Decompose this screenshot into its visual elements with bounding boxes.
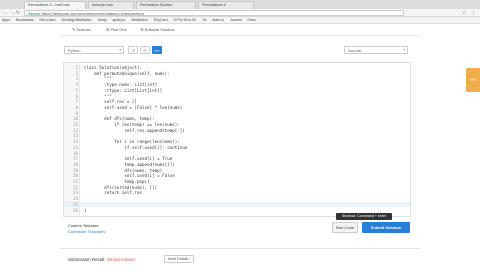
- star-icon[interactable]: ☆: [462, 9, 466, 17]
- reset-button[interactable]: ↺: [128, 46, 138, 54]
- shortcut-tooltip: Shortcut: Command + enter: [336, 213, 392, 220]
- bookmark-item[interactable]: TinyCard: [154, 18, 168, 22]
- custom-testcase-label: Custom Testcase: [68, 223, 99, 228]
- result-status: Wrong Answer: [106, 257, 136, 262]
- bookmark-item[interactable]: Working Meditation: [62, 18, 92, 22]
- reload-icon[interactable]: ↻: [16, 9, 20, 17]
- problem-nav: ✎ Discuss ⚀ Pick One ☰ Editorial Solutio…: [60, 24, 420, 36]
- code-text: }: [84, 207, 87, 213]
- line-number: 26: [72, 207, 78, 213]
- browser-tab[interactable]: Permutations II - LeetCode: [24, 1, 86, 9]
- editor-controls: Python ▾ ↺ ⟳ </> Normal ▾: [60, 46, 412, 58]
- editorial-link[interactable]: ☰ Editorial Solution: [140, 27, 175, 32]
- pick-one-link[interactable]: ⚀ Pick One: [106, 27, 127, 32]
- bookmarks-bar: Apps Bookmarks Dev Learn Working Meditat…: [0, 17, 480, 24]
- menu-icon[interactable]: ⋮: [471, 9, 476, 17]
- bookmark-item[interactable]: 5 PTs 90-in-90: [174, 18, 197, 22]
- url-input[interactable]: Secure https://leetcode.com/problems/per…: [24, 10, 404, 16]
- editor-mode-select[interactable]: Normal ▾: [344, 46, 408, 54]
- bookmark-item[interactable]: Meditation: [131, 18, 147, 22]
- bookmark-item[interactable]: Dev Learn: [39, 18, 55, 22]
- bookmark-item[interactable]: Apps: [2, 18, 10, 22]
- url-text: https://leetcode.com/problems/permutatio…: [41, 11, 145, 16]
- bookmark-item[interactable]: YA: [202, 18, 206, 22]
- bookmark-item[interactable]: Journal: [230, 18, 241, 22]
- custom-testcase[interactable]: Custom Testcase Contribute Testcases: [68, 223, 105, 234]
- result-text: Submission Result: Wrong Answer: [68, 257, 135, 262]
- chevron-down-icon: ▾: [403, 48, 405, 52]
- feedback-tab[interactable]: Fb: [466, 68, 480, 92]
- browser-tab[interactable]: Permutation Solution: [136, 1, 196, 9]
- bookmark-item[interactable]: Bookmarks: [16, 18, 34, 22]
- secure-label: Secure: [28, 11, 41, 16]
- result-label: Submission Result:: [68, 257, 106, 262]
- bookmark-item[interactable]: Study: [98, 18, 107, 22]
- bookmark-item[interactable]: apiary.io: [112, 18, 125, 22]
- contribute-testcases-link[interactable]: Contribute Testcases: [68, 229, 105, 234]
- browser-tab[interactable]: leetcode.com: [88, 1, 134, 9]
- back-icon[interactable]: ←: [3, 9, 8, 17]
- forward-icon[interactable]: →: [10, 9, 15, 17]
- code-editor[interactable]: 1 class Solution(object): 2 def permuteUni…: [63, 62, 411, 217]
- submission-result: Submission Result: Wrong Answer More Det…: [60, 248, 420, 270]
- more-details-button[interactable]: More Details ›: [164, 255, 195, 263]
- chevron-down-icon: ▾: [119, 48, 121, 52]
- settings-button[interactable]: ⟳: [140, 46, 150, 54]
- discuss-link[interactable]: ✎ Discuss: [72, 27, 90, 32]
- run-code-button[interactable]: Run Code: [332, 222, 358, 233]
- code-button[interactable]: </>: [152, 46, 162, 54]
- bookmark-item[interactable]: learn.io: [213, 18, 224, 22]
- language-select[interactable]: Python ▾: [64, 46, 124, 54]
- bookmark-item[interactable]: Khan: [248, 18, 256, 22]
- submit-solution-button[interactable]: Submit Solution: [362, 222, 410, 233]
- browser-tab[interactable]: Permutations II: [198, 1, 254, 9]
- address-bar-row: ← → ↻ Secure https://leetcode.com/proble…: [0, 9, 480, 17]
- browser-tabstrip: Permutations II - LeetCode leetcode.com …: [0, 0, 480, 9]
